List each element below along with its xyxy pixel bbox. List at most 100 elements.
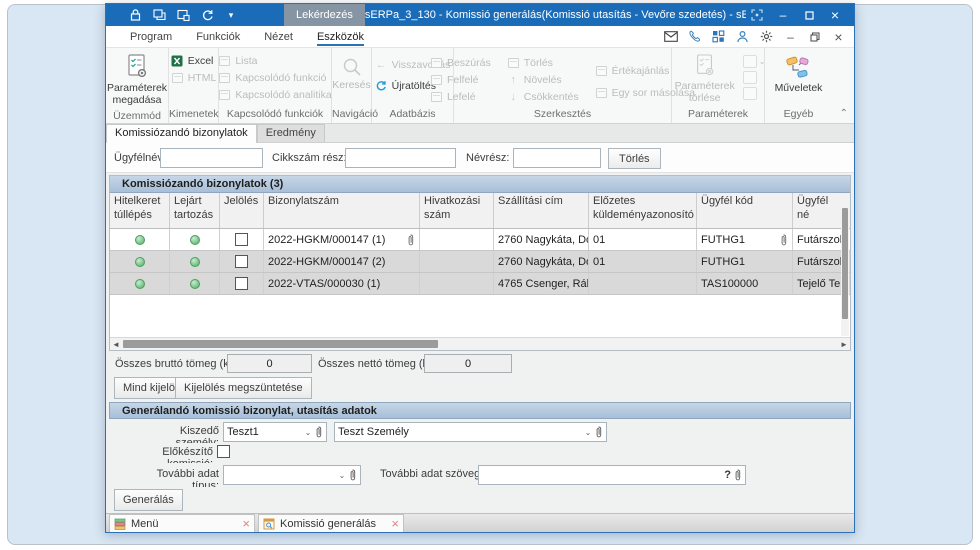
close-button[interactable]: × [824,6,846,24]
query-window-icon [263,518,275,530]
mail-icon[interactable] [663,30,678,44]
elokeszito-checkbox[interactable] [217,445,230,458]
status-ok-dot [189,256,200,267]
filter-torles-button[interactable]: Törlés [608,148,661,169]
focus-mode-icon[interactable] [746,6,768,24]
ugyfelnev-input[interactable] [160,148,263,168]
paperclip-icon[interactable] [348,469,357,481]
col-lejart[interactable]: Lejárt tartozás [170,193,220,228]
serpa-window: ▾ Lekérdezés sERPa_3_130 - Komissió gene… [105,3,855,533]
row2-checkbox[interactable] [235,255,248,268]
help-question-icon[interactable]: ? [722,469,733,481]
horizontal-scrollbar[interactable]: ◄ ► [110,337,850,350]
row1-checkbox[interactable] [235,233,248,246]
ribbon: Paraméterek megadása Üzemmód Excel HTML [106,48,854,124]
group-label-navigacio: Navigáció [332,108,379,120]
menubar: Program Funkciók Nézet Eszközök – × [106,26,854,48]
tovabbi-tipus-dropdown[interactable]: ⌄ [223,465,361,485]
paperclip-icon[interactable] [594,426,603,438]
kiszedo-code-dropdown[interactable]: Teszt1 ⌄ [223,422,327,442]
menu-eszkozok[interactable]: Eszközök [307,28,374,46]
documents-grid: Komissiózandó bizonylatok (3) Hitelkeret… [109,175,851,351]
scroll-left-arrow-icon[interactable]: ◄ [110,338,122,350]
cikkszam-input[interactable] [345,148,456,168]
taskbar-tab-komissio[interactable]: Komissió generálás × [258,514,404,532]
menu-program[interactable]: Program [120,28,182,45]
row3-checkbox[interactable] [235,277,248,290]
status-ok-dot [189,278,200,289]
taskbar-tab-menu[interactable]: Menü × [109,514,255,532]
col-ugyfel-kod[interactable]: Ügyfél kód [697,193,793,228]
checklist-gear-icon [125,54,149,80]
menubar-right-icons: – × [663,29,854,45]
kiszedo-name-dropdown[interactable]: Teszt Személy ⌄ [334,422,607,442]
row2-ugyfel-kod: FUTHG1 [697,251,793,272]
vertical-scrollbar[interactable] [841,194,849,336]
close-tab-icon[interactable]: × [242,517,250,530]
muveletek-button[interactable]: Műveletek [771,52,827,96]
close-tab-icon[interactable]: × [391,517,399,530]
gear-icon[interactable] [759,30,774,44]
horizontal-scrollbar-thumb[interactable] [123,340,438,348]
parameterek-megadasa-button[interactable]: Paraméterek megadása [103,52,171,108]
grid-row-3[interactable]: 2022-VTAS/000030 (1) 4765 Csenger, Rákóc… [110,273,850,295]
child-restore-icon[interactable] [807,30,822,44]
netto-input[interactable] [424,354,512,373]
row1-szallitasi: 2760 Nagykáta, Dózsa [494,229,589,250]
col-elozetes[interactable]: Előzetes küldeményazonosító [589,193,697,228]
maximize-button[interactable] [798,6,820,24]
grid-row-2[interactable]: 2022-HGKM/000147 (2) 2760 Nagykáta, Dózs… [110,251,850,273]
grid-row-1[interactable]: 2022-HGKM/000147 (1) 2760 Nagykáta, Dózs… [110,229,850,251]
tab-eredmeny[interactable]: Eredmény [256,124,325,142]
ribbon-group-parameterek: Paraméterek törlése ⌄ Paraméterek [672,48,765,123]
paperclip-icon[interactable] [314,426,323,438]
excel-button[interactable]: Excel [168,54,220,68]
grid-group-header: Komissiózandó bizonylatok (3) [110,176,850,193]
menu-nezet[interactable]: Nézet [254,28,303,45]
col-hivatkozasi[interactable]: Hivatkozási szám [420,193,494,228]
col-hitelkeret[interactable]: Hitelkeret túllépés [110,193,170,228]
menu-funkciok[interactable]: Funkciók [186,28,250,45]
copy-row-icon [595,87,608,99]
paperclip-icon[interactable] [733,469,742,481]
vertical-scrollbar-thumb[interactable] [842,208,848,319]
move-up-icon [430,74,443,86]
caret-down-icon[interactable]: ▾ [224,8,238,22]
chevron-down-icon[interactable]: ⌄ [336,466,348,484]
tovabbi-szoveg-input[interactable]: ? [478,465,746,485]
undo-arrow-icon: ← [375,59,387,71]
grid-apps-icon[interactable] [711,30,726,44]
row1-ugyfel-nev: Futárszolg [797,233,841,246]
refresh-icon[interactable] [200,8,214,22]
generalas-button[interactable]: Generálás [114,489,183,511]
window-page-icon[interactable] [176,8,190,22]
scroll-right-arrow-icon[interactable]: ► [838,338,850,350]
col-szallitasi[interactable]: Szállítási cím [494,193,589,228]
row1-hivatkozasi [420,229,494,250]
param-mini-button-3 [742,87,757,100]
kiszedo-name-value: Teszt Személy [338,426,409,438]
col-jeloles[interactable]: Jelölés [220,193,264,228]
col-bizonylatszam[interactable]: Bizonylatszám [264,193,420,228]
child-close-icon[interactable]: × [831,29,846,45]
user-icon[interactable] [735,30,750,44]
ribbon-collapse-chevron-icon[interactable]: ⌃ [840,108,848,119]
minimize-button[interactable]: – [772,6,794,24]
layers-icon[interactable] [152,8,166,22]
chevron-down-icon[interactable]: ⌄ [302,423,314,441]
row1-elozetes: 01 [589,229,697,250]
kijeloles-megszuntetese-button[interactable]: Kijelölés megszüntetése [175,377,312,399]
child-minimize-icon[interactable]: – [783,30,798,44]
tab-komissiozando-bizonylatok[interactable]: Komissiózandó bizonylatok [106,124,257,143]
brutto-input[interactable] [227,354,312,373]
phone-icon[interactable] [687,30,702,44]
lock-icon[interactable] [128,8,142,22]
chevron-down-icon[interactable]: ⌄ [582,423,594,441]
nevresz-input[interactable] [513,148,601,168]
csokkentes-button: ↓ Csökkentés [504,90,582,104]
paperclip-icon[interactable] [406,234,415,246]
col-ugyfel-nev[interactable]: Ügyfél né [793,193,841,228]
row1-ugyfel-kod: FUTHG1 [701,233,745,246]
paperclip-icon[interactable] [779,234,788,246]
noveles-label: Növelés [523,74,562,86]
